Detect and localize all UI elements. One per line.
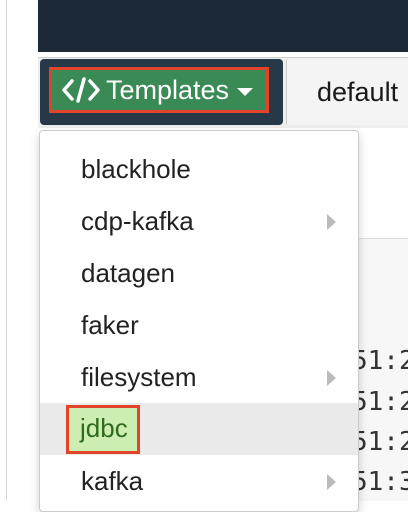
chevron-right-icon xyxy=(327,474,336,490)
menu-item-label: jdbc xyxy=(66,404,140,454)
templates-button[interactable]: Templates xyxy=(49,67,269,113)
default-button[interactable]: default xyxy=(286,59,408,125)
menu-item-label: kafka xyxy=(81,465,144,496)
page-border xyxy=(6,0,7,500)
code-icon xyxy=(62,77,100,103)
log-line: 51:2 xyxy=(352,387,408,417)
log-line: 51:2 xyxy=(352,427,408,457)
menu-item-cdp-kafka[interactable]: cdp-kafka xyxy=(40,195,358,247)
menu-item-label: faker xyxy=(81,309,139,340)
log-line: 51:3 xyxy=(352,467,408,497)
menu-item-kafka[interactable]: kafka xyxy=(40,455,358,507)
menu-item-label: datagen xyxy=(81,257,175,288)
log-line: 51:2 xyxy=(352,346,408,376)
default-label: default xyxy=(317,76,399,107)
header-bar xyxy=(38,0,408,52)
templates-label: Templates xyxy=(106,74,230,105)
menu-item-filesystem[interactable]: filesystem xyxy=(40,351,358,403)
caret-down-icon xyxy=(237,88,254,96)
templates-dropdown: Templates xyxy=(40,59,283,125)
menu-item-datagen[interactable]: datagen xyxy=(40,247,358,299)
chevron-right-icon xyxy=(327,370,336,386)
templates-menu: blackhole cdp-kafka datagen faker filesy… xyxy=(39,130,359,512)
menu-item-blackhole[interactable]: blackhole xyxy=(40,143,358,195)
menu-item-faker[interactable]: faker xyxy=(40,299,358,351)
menu-item-jdbc[interactable]: jdbc xyxy=(40,403,358,455)
menu-item-label: blackhole xyxy=(81,153,191,184)
menu-item-label: cdp-kafka xyxy=(81,205,194,236)
chevron-right-icon xyxy=(327,214,336,230)
menu-item-label: filesystem xyxy=(81,361,197,392)
